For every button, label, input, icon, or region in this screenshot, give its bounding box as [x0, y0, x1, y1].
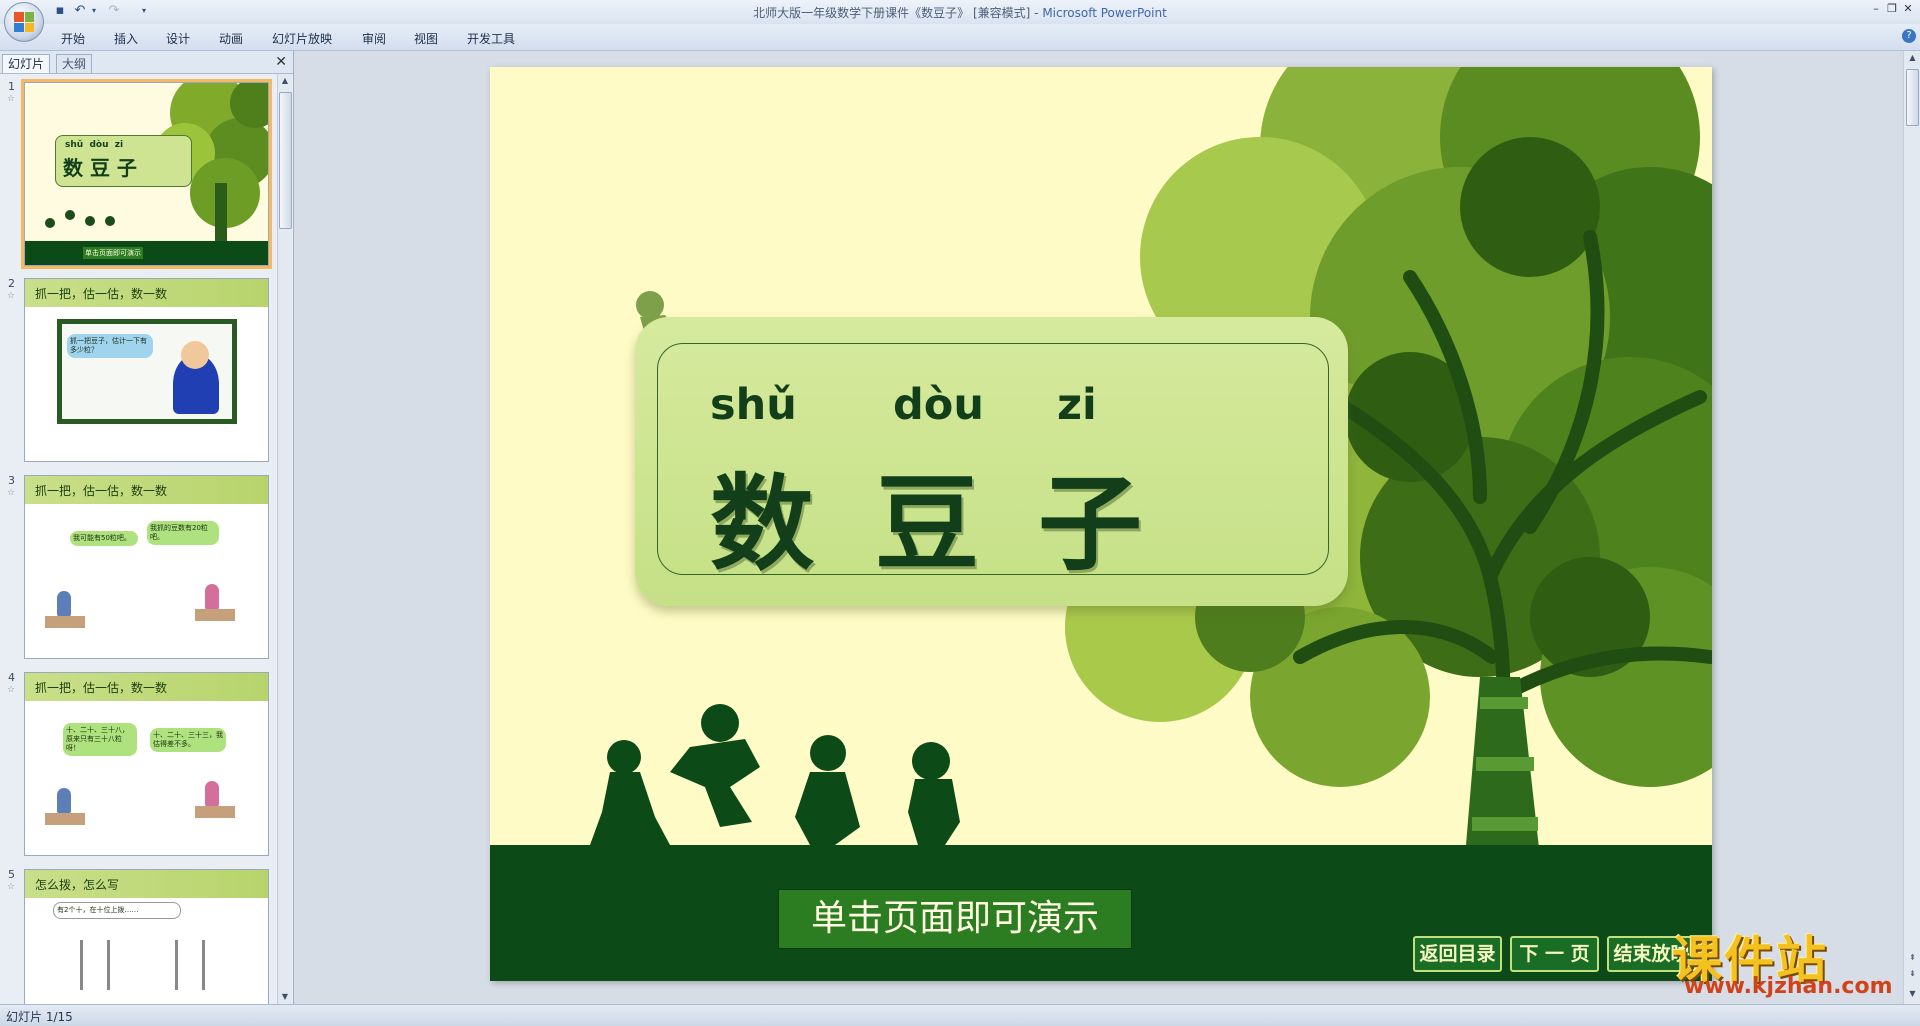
tab-slides[interactable]: 幻灯片 [2, 54, 51, 73]
pinyin-shu: shǔ [710, 380, 797, 430]
slide-thumbnail-3[interactable]: 抓一把，估一估，数一数 我可能有50粒吧。 我抓的豆数有20粒吧。 [24, 475, 269, 659]
restore-icon[interactable]: ❐ [1884, 2, 1900, 16]
transition-icon: ☆ [7, 882, 16, 892]
help-icon[interactable]: ? [1902, 29, 1916, 43]
tab-outline[interactable]: 大纲 [56, 54, 93, 73]
transition-icon: ☆ [7, 291, 16, 301]
thumb-bubble: 有2个十，在十位上拨…… [53, 902, 181, 919]
thumb-abacus-rod [80, 940, 83, 990]
thumb-teacher-head [181, 341, 209, 369]
thumb-header-title: 抓一把，估一估，数一数 [35, 287, 168, 301]
thumb-header: 抓一把，估一估，数一数 [25, 279, 268, 307]
close-window-icon[interactable]: ✕ [1900, 2, 1916, 16]
transition-icon: ☆ [7, 94, 16, 104]
thumb-bubble-right: 十、二十、三十三，我估得差不多。 [150, 728, 226, 752]
site-watermark: 课件站 www.kjzhan.com [1672, 920, 1902, 1000]
pane-scrollbar[interactable]: ▲ ▼ [277, 74, 292, 1004]
thumb-abacus-rod [202, 940, 205, 990]
close-pane-icon[interactable]: ✕ [275, 54, 287, 70]
thumb-title: 数 豆 子 [63, 156, 137, 180]
start-presentation-button[interactable]: 单击页面即可演示 [778, 889, 1132, 949]
thumb-header: 抓一把，估一估，数一数 [25, 476, 268, 504]
ribbon-tabs: 开始 插入 设计 动画 幻灯片放映 审阅 视图 开发工具 ? [0, 24, 1920, 51]
slide-thumbnail-5[interactable]: 怎么拨，怎么写 有2个十，在十位上拨…… [24, 869, 269, 1004]
editor-scrollbar[interactable]: ▲ ⇞ ⇟ ▼ [1903, 51, 1920, 1004]
slide-canvas[interactable]: shǔ dòu zi 数 豆 子 单击页面即可演示 返回目录 下 一 页 结束放… [490, 67, 1712, 981]
scroll-down-icon[interactable]: ▼ [1904, 987, 1920, 1001]
thumb-number: 3 [8, 474, 15, 487]
thumb-number: 4 [8, 671, 15, 684]
thumb-bubble-left: 我可能有50粒吧。 [70, 531, 138, 546]
tab-insert[interactable]: 插入 [114, 30, 138, 47]
thumb-kid [57, 591, 71, 617]
thumb-number: 2 [8, 277, 15, 290]
slide-thumbnail-2[interactable]: 抓一把，估一估，数一数 抓一把豆子，估计一下有多少粒？ [24, 278, 269, 462]
thumb-kid [205, 781, 219, 807]
thumb-bubble: 抓一把豆子，估计一下有多少粒？ [67, 334, 153, 358]
thumb-bubble-left: 十、二十、三十八，原来只有三十八粒呀！ [63, 723, 137, 756]
scroll-up-icon[interactable]: ▲ [1904, 51, 1920, 65]
tab-home[interactable]: 开始 [61, 30, 85, 47]
next-slide-icon[interactable]: ⇟ [1904, 967, 1920, 981]
thumb-abacus-rod [107, 940, 110, 990]
slide-thumbnail-4[interactable]: 抓一把，估一估，数一数 十、二十、三十八，原来只有三十八粒呀！ 十、二十、三十三… [24, 672, 269, 856]
tab-animations[interactable]: 动画 [219, 30, 243, 47]
minimize-icon[interactable]: – [1868, 2, 1884, 16]
character-zi: 子 [1038, 462, 1143, 585]
status-bar: 幻灯片 1/15 [0, 1004, 1920, 1026]
scroll-up-icon[interactable]: ▲ [278, 74, 292, 88]
thumb-desk [195, 609, 235, 621]
pinyin-zi: zi [1057, 380, 1097, 430]
thumb-header: 抓一把，估一估，数一数 [25, 673, 268, 701]
thumb-abacus-rod [175, 940, 178, 990]
thumb-desk [195, 806, 235, 818]
character-shu: 数 [710, 462, 815, 585]
thumb-desk [45, 616, 85, 628]
slides-pane: 幻灯片 大纲 ✕ 1 ☆ shǔ dòu zi 数 豆 子 单击页面即可演示 2… [0, 51, 294, 1004]
title-bar: ▪ ↶ ▾ ↷ ▾ 北师大版一年级数学下册课件《数豆子》 [兼容模式] - Mi… [0, 0, 1920, 25]
tab-design[interactable]: 设计 [166, 30, 190, 47]
thumb-bubble-right: 我抓的豆数有20粒吧。 [147, 521, 219, 545]
thumb-desk [45, 813, 85, 825]
thumb-pinyin: shǔ dòu zi [65, 140, 124, 150]
tab-view[interactable]: 视图 [414, 30, 438, 47]
app-name: Microsoft PowerPoint [1042, 6, 1167, 20]
thumb-header: 怎么拨，怎么写 [25, 870, 268, 898]
thumb-header-title: 抓一把，估一估，数一数 [35, 681, 168, 695]
thumb-kid [205, 584, 219, 610]
thumbnail-list: 1 ☆ shǔ dòu zi 数 豆 子 单击页面即可演示 2 ☆ 抓一把，估一… [0, 74, 275, 1004]
transition-icon: ☆ [7, 685, 16, 695]
scroll-down-icon[interactable]: ▼ [278, 990, 292, 1004]
scroll-thumb[interactable] [1906, 69, 1919, 126]
thumb-button: 单击页面即可演示 [83, 247, 143, 259]
thumb-kid [57, 788, 71, 814]
slide-thumbnail-1[interactable]: shǔ dòu zi 数 豆 子 单击页面即可演示 [24, 82, 269, 266]
pane-tabs: 幻灯片 大纲 ✕ [0, 51, 293, 74]
previous-slide-icon[interactable]: ⇞ [1904, 951, 1920, 965]
office-button[interactable] [4, 2, 44, 42]
thumb-number: 5 [8, 868, 15, 881]
window-title: 北师大版一年级数学下册课件《数豆子》 [兼容模式] - Microsoft Po… [753, 6, 1167, 20]
transition-icon: ☆ [7, 488, 16, 498]
tab-slideshow[interactable]: 幻灯片放映 [272, 30, 332, 47]
thumb-number: 1 [8, 80, 15, 93]
pinyin-dou: dòu [893, 380, 984, 430]
thumb-header-title: 怎么拨，怎么写 [35, 878, 120, 892]
tab-developer[interactable]: 开发工具 [467, 30, 515, 47]
watermark-url: www.kjzhan.com [1684, 974, 1893, 999]
character-dou: 豆 [875, 462, 980, 585]
tab-review[interactable]: 审阅 [362, 30, 386, 47]
next-page-button[interactable]: 下 一 页 [1510, 936, 1599, 972]
slide-counter: 幻灯片 1/15 [6, 1010, 73, 1024]
back-to-contents-button[interactable]: 返回目录 [1413, 936, 1502, 972]
scroll-thumb[interactable] [279, 92, 292, 229]
office-logo-icon [14, 12, 34, 32]
thumb-header-title: 抓一把，估一估，数一数 [35, 484, 168, 498]
